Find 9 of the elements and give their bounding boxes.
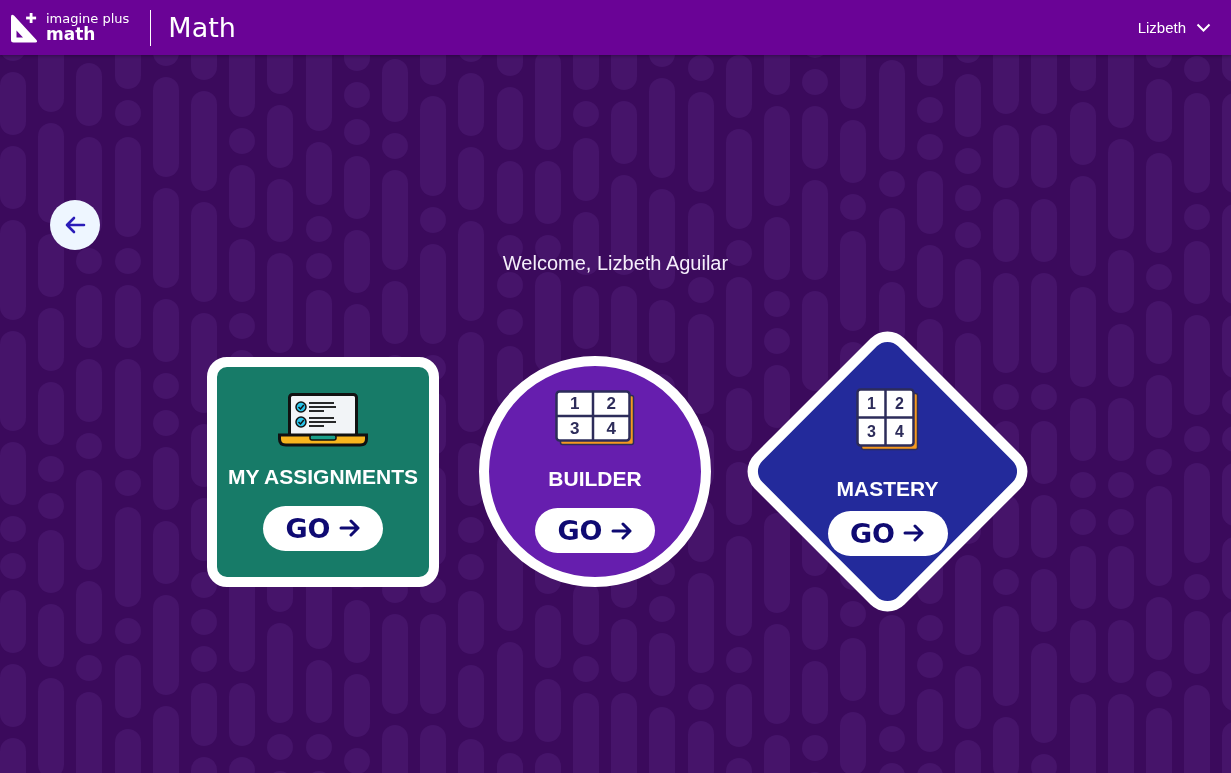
card-title: BUILDER <box>548 467 642 491</box>
triangle-plus-logo-icon <box>10 12 39 43</box>
welcome-message: Welcome, Lizbeth Aguilar <box>502 251 729 275</box>
chevron-down-icon <box>1196 23 1211 32</box>
user-menu-button[interactable]: Lizbeth <box>1137 15 1211 40</box>
logo-wordmark: imagine plus math <box>46 12 130 43</box>
card-title: MY ASSIGNMENTS <box>227 464 419 489</box>
app-title: Math <box>168 12 236 43</box>
card-title: MASTERY <box>836 476 939 501</box>
